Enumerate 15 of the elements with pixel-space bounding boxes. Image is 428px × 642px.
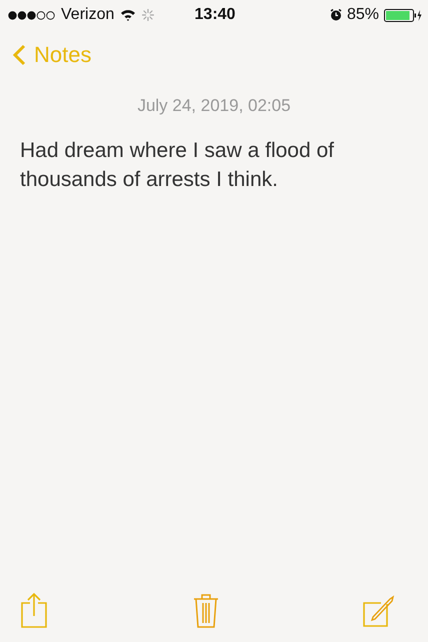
signal-icon [8,10,55,20]
carrier-name: Verizon [61,6,114,24]
clock-time: 13:40 [194,6,236,24]
note-date: July 24, 2019, 02:05 [136,96,292,116]
chevron-left-icon [12,44,26,66]
trash-icon[interactable] [192,593,218,628]
spinner-icon [142,9,154,21]
share-icon[interactable] [20,592,48,628]
battery-percent: 85% [346,6,379,24]
wifi-icon [120,9,136,21]
compose-icon[interactable] [363,594,395,628]
battery-icon [384,8,422,22]
note-text: Had dream where I saw a flood of thousands of arrests I think. [20,138,335,193]
back-button[interactable]: Notes [12,42,92,68]
alarm-clock-icon [330,9,342,21]
